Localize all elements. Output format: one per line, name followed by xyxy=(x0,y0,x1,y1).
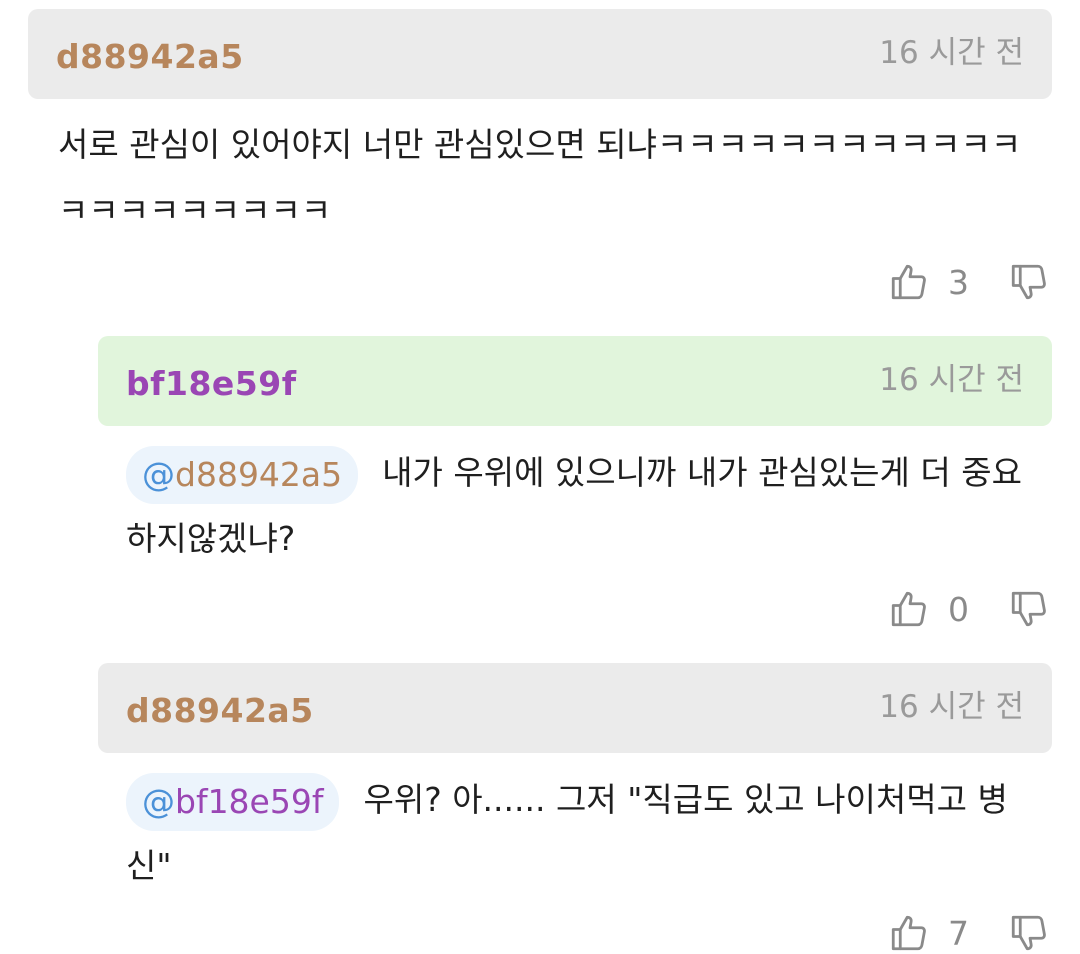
comment-body: @bf18e59f 우위? 아...... 그저 "직급도 있고 나이처먹고 병신… xyxy=(98,767,1052,899)
thumbs-down-icon[interactable] xyxy=(1008,261,1050,303)
mention-name: bf18e59f xyxy=(175,781,324,821)
like-count: 7 xyxy=(948,913,969,953)
like-count: 3 xyxy=(948,262,969,302)
thumbs-up-icon[interactable] xyxy=(888,261,930,303)
comment-author[interactable]: d88942a5 xyxy=(126,691,314,731)
comment: d88942a5 16 시간 전 서로 관심이 있어야지 너만 관심있으면 되냐… xyxy=(28,9,1052,244)
comment-timestamp: 16 시간 전 xyxy=(879,362,1024,398)
thumbs-down-icon[interactable] xyxy=(1008,588,1050,630)
mention-chip[interactable]: @d88942a5 xyxy=(126,445,359,504)
comment-text: 서로 관심이 있어야지 너만 관심있으면 되냐ㅋㅋㅋㅋㅋㅋㅋㅋㅋㅋㅋㅋㅋㅋㅋㅋㅋ… xyxy=(58,125,1022,230)
comment-actions: 3 xyxy=(888,261,1050,303)
comment-body: @d88942a5 내가 우위에 있으니까 내가 관심있는게 더 중요하지않겠냐? xyxy=(98,440,1052,572)
comment-author[interactable]: d88942a5 xyxy=(56,37,244,77)
mention-at: @ xyxy=(142,454,175,494)
comment-author[interactable]: bf18e59f xyxy=(126,364,297,404)
comment-header: d88942a5 16 시간 전 xyxy=(28,9,1052,99)
mention-name: d88942a5 xyxy=(175,454,343,494)
mention-at: @ xyxy=(142,781,175,821)
comment-header: d88942a5 16 시간 전 xyxy=(98,663,1052,753)
comment-timestamp: 16 시간 전 xyxy=(879,689,1024,725)
thumbs-up-icon[interactable] xyxy=(888,912,930,954)
thumbs-down-icon[interactable] xyxy=(1008,912,1050,954)
like-count: 0 xyxy=(948,589,969,629)
mention-chip[interactable]: @bf18e59f xyxy=(126,772,340,831)
reply-comment: bf18e59f 16 시간 전 @d88942a5 내가 우위에 있으니까 내가… xyxy=(98,336,1052,572)
comment-header: bf18e59f 16 시간 전 xyxy=(98,336,1052,426)
comment-actions: 0 xyxy=(888,588,1050,630)
comment-timestamp: 16 시간 전 xyxy=(879,35,1024,71)
comment-actions: 7 xyxy=(888,912,1050,954)
thumbs-up-icon[interactable] xyxy=(888,588,930,630)
reply-comment: d88942a5 16 시간 전 @bf18e59f 우위? 아...... 그저… xyxy=(98,663,1052,899)
